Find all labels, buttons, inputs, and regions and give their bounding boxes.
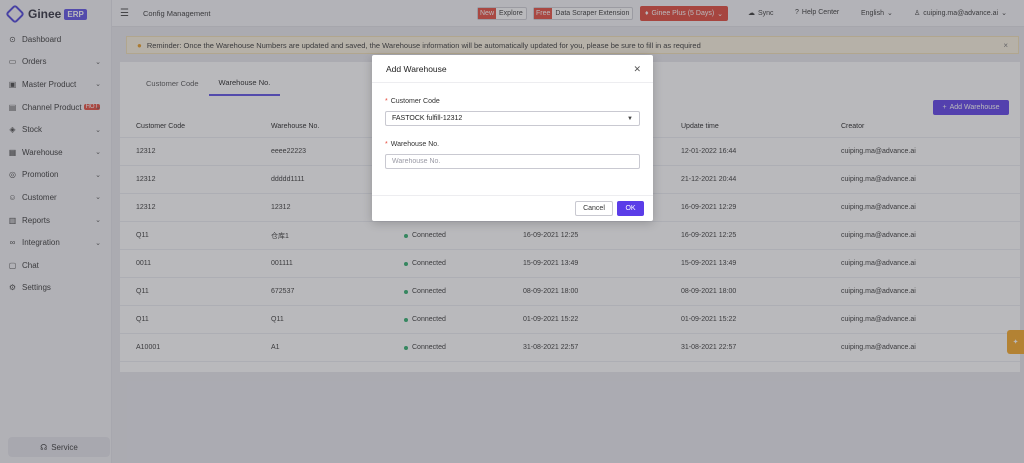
close-icon[interactable]: ✕ (633, 64, 641, 75)
required-mark: * (385, 98, 388, 105)
customer-code-value: FASTOCK fulfill-12312 (392, 115, 463, 122)
warehouse-no-label: * Warehouse No. (385, 141, 439, 148)
warehouse-no-label-text: Warehouse No. (390, 141, 440, 148)
caret-down-icon: ▼ (627, 115, 633, 122)
ok-button[interactable]: OK (617, 201, 644, 216)
customer-code-label: * Customer Code (385, 98, 440, 105)
warehouse-no-input[interactable] (385, 154, 640, 169)
customer-code-select[interactable]: FASTOCK fulfill-12312 ▼ (385, 111, 640, 126)
customer-code-label-text: Customer Code (390, 98, 440, 105)
required-mark: * (385, 141, 388, 148)
dialog-title: Add Warehouse (386, 63, 447, 74)
cancel-button[interactable]: Cancel (575, 201, 613, 216)
add-warehouse-dialog: Add Warehouse ✕ * Customer Code FASTOCK f… (372, 55, 653, 221)
dialog-header: Add Warehouse ✕ (372, 55, 653, 83)
